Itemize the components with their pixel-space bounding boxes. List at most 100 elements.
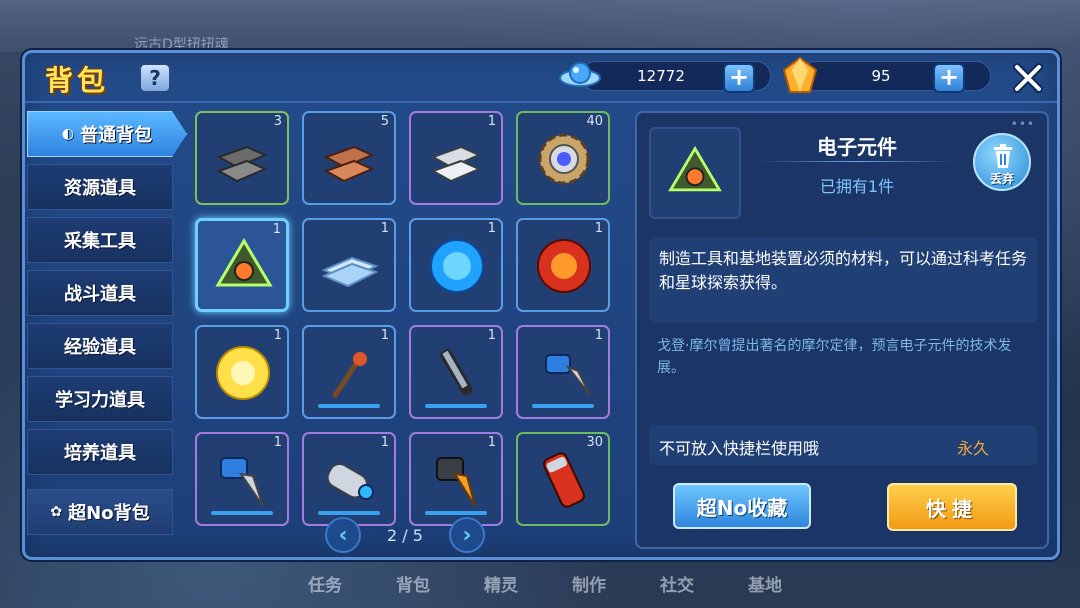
electronic-component-icon <box>215 238 273 287</box>
hammer-tool-icon <box>331 352 367 399</box>
item-count: 1 <box>380 221 389 236</box>
sidebar-item-label: 采集工具 <box>64 231 136 252</box>
item-count: 40 <box>586 114 603 129</box>
cannon-tube-icon <box>326 462 374 500</box>
durability-bar <box>425 511 487 515</box>
add-gems-button[interactable]: + <box>933 63 965 93</box>
panel-header: 背包 ? 12772 + 95 + <box>25 53 1057 103</box>
favorite-button[interactable]: 超No收藏 <box>673 483 811 529</box>
page-indicator: 2 / 5 <box>387 525 423 545</box>
item-count: 1 <box>594 221 603 236</box>
durability-bar <box>318 404 380 408</box>
durability-bar <box>318 511 380 515</box>
sidebar-item-label: 经验道具 <box>64 337 136 358</box>
inventory-slot[interactable]: 1 <box>409 325 503 419</box>
item-count: 1 <box>273 435 282 450</box>
sidebar-item-label: 资源道具 <box>64 178 136 199</box>
saw-tool-icon <box>440 348 473 396</box>
inventory-slot[interactable]: 5 <box>302 111 396 205</box>
close-icon[interactable] <box>1011 61 1045 95</box>
inventory-slot[interactable]: 1 <box>409 432 503 526</box>
cat-icon: ✿ <box>50 504 63 520</box>
item-count: 30 <box>586 435 603 450</box>
more-icon: ••• <box>1010 117 1035 131</box>
item-count: 1 <box>273 328 282 343</box>
coin-value: 12772 <box>637 67 685 85</box>
item-count: 1 <box>380 435 389 450</box>
blue-orb-icon <box>430 239 484 293</box>
copper-ingot-icon <box>323 145 375 183</box>
item-count: 5 <box>380 114 389 129</box>
item-count: 1 <box>487 114 496 129</box>
bag-icon: ◐ <box>61 126 75 142</box>
durability-bar <box>211 511 273 515</box>
inventory-slot[interactable]: 1 <box>409 111 503 205</box>
quick-slot-button[interactable]: 快捷 <box>887 483 1017 531</box>
durability-bar <box>425 404 487 408</box>
inventory-slot-selected[interactable]: 1 <box>195 218 289 312</box>
bg-nav-spirit: 精灵 <box>484 576 518 596</box>
sidebar-item-learning-items[interactable]: 学习力道具 <box>27 376 173 422</box>
bg-nav-bag: 背包 <box>396 576 430 596</box>
divider <box>757 161 957 162</box>
prev-page-button[interactable]: ‹ <box>325 517 361 553</box>
inventory-slot[interactable]: 40 <box>516 111 610 205</box>
add-coins-button[interactable]: + <box>723 63 755 93</box>
usage-note-row: 不可放入快捷栏使用哦 永久 <box>649 425 1037 465</box>
gear-core-icon <box>538 133 590 185</box>
item-flavor-text: 戈登·摩尔曾提出著名的摩尔定律，预言电子元件的技术发展。 <box>657 338 1012 376</box>
discard-label: 丢弃 <box>989 172 1014 186</box>
electronic-component-icon <box>668 145 722 192</box>
sidebar-item-gathering-tools[interactable]: 采集工具 <box>27 217 173 263</box>
sidebar-item-resources[interactable]: 资源道具 <box>27 164 173 210</box>
item-owned-count: 已拥有1件 <box>819 177 895 196</box>
orange-drill-icon <box>436 457 476 507</box>
item-count: 1 <box>487 221 496 236</box>
red-orb-icon <box>537 239 591 293</box>
trash-icon <box>994 144 1012 168</box>
drill-tool-icon <box>545 354 591 396</box>
sidebar-item-label: 战斗道具 <box>64 284 136 305</box>
inventory-slot[interactable]: 1 <box>516 325 610 419</box>
inventory-slot[interactable]: 1 <box>302 218 396 312</box>
sidebar-item-label: 超No背包 <box>68 503 150 524</box>
sidebar-item-exp-items[interactable]: 经验道具 <box>27 323 173 369</box>
item-description: 制造工具和基地装置必须的材料，可以通过科考任务和星球探索获得。 <box>649 237 1037 323</box>
backpack-panel: 背包 ? 12772 + 95 + ◐ 普通背包 资源道具 采集工具 战斗道具 … <box>22 50 1060 560</box>
inventory-slot[interactable]: 1 <box>195 325 289 419</box>
detail-thumbnail <box>649 127 741 219</box>
item-count: 1 <box>487 435 496 450</box>
item-count: 1 <box>487 328 496 343</box>
sidebar-item-training-items[interactable]: 培养道具 <box>27 429 173 475</box>
silver-ingot-icon <box>430 145 482 183</box>
panel-title: 背包 <box>45 64 110 97</box>
sidebar-item-super-bag[interactable]: ✿ 超No背包 <box>27 489 173 535</box>
sidebar-item-battle-items[interactable]: 战斗道具 <box>27 270 173 316</box>
inventory-slot[interactable]: 1 <box>195 432 289 526</box>
usage-note: 不可放入快捷栏使用哦 <box>659 439 820 458</box>
discard-button[interactable]: 丢弃 <box>973 133 1031 191</box>
item-count: 1 <box>272 222 281 237</box>
inventory-slot[interactable]: 3 <box>195 111 289 205</box>
inventory-slot[interactable]: 1 <box>302 432 396 526</box>
item-name: 电子元件 <box>817 135 897 159</box>
next-page-button[interactable]: › <box>448 517 485 553</box>
pagination: ‹ 2 / 5 › <box>325 517 485 553</box>
bg-nav-task: 任务 <box>308 576 342 596</box>
inventory-slot[interactable]: 30 <box>516 432 610 526</box>
yellow-orb-icon <box>216 346 270 400</box>
inventory-slot[interactable]: 1 <box>516 218 610 312</box>
blue-drill-icon <box>220 457 264 507</box>
sidebar-item-normal-bag[interactable]: ◐ 普通背包 <box>27 111 187 157</box>
inventory-slot[interactable]: 1 <box>409 218 503 312</box>
durability-bar <box>532 404 594 408</box>
item-count: 1 <box>380 328 389 343</box>
item-duration: 永久 <box>956 439 989 458</box>
bg-nav-social: 社交 <box>660 576 694 596</box>
help-button[interactable]: ? <box>139 63 171 93</box>
red-battery-icon <box>543 452 585 508</box>
bg-nav-craft: 制作 <box>572 576 606 596</box>
dark-metal-ingot-icon <box>216 145 268 183</box>
inventory-slot[interactable]: 1 <box>302 325 396 419</box>
category-sidebar: ◐ 普通背包 资源道具 采集工具 战斗道具 经验道具 学习力道具 培养道具 ✿ … <box>27 111 187 542</box>
